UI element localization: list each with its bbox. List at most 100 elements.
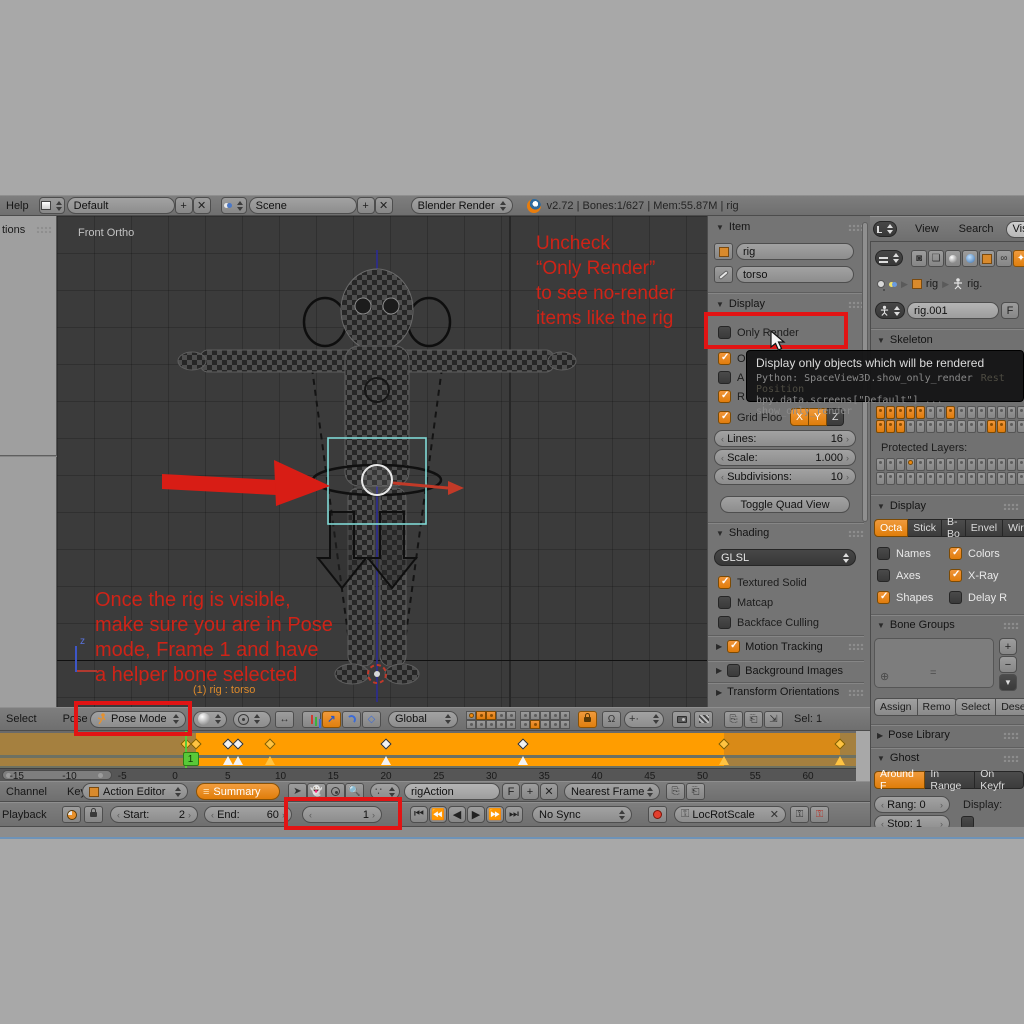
display-panel-header[interactable]: ▼Display [716,298,864,310]
jump-to-end-button[interactable]: ⏭ [505,806,523,823]
manipulator-rotate-button[interactable] [342,711,361,728]
layer-toggle[interactable] [476,711,486,720]
layer-toggle[interactable] [530,711,540,720]
keyframe-triangle[interactable] [719,756,729,765]
layer-toggle[interactable] [496,711,506,720]
layer-toggle[interactable] [560,711,570,720]
layer-toggle[interactable] [550,711,560,720]
layer-toggle[interactable] [1017,472,1024,485]
keyframe-triangle[interactable] [223,756,233,765]
layer-toggle[interactable] [977,458,986,471]
layer-toggle[interactable] [906,420,915,433]
layer-toggle[interactable] [997,472,1006,485]
layer-toggle[interactable] [520,711,530,720]
transform-orientation-select[interactable]: Global [388,711,458,728]
snap-magnet-toggle[interactable]: Ω [602,711,621,728]
keyframe-diamond[interactable] [380,738,391,749]
jump-to-start-button[interactable]: ⏮ [410,806,428,823]
shading-mode-select[interactable]: GLSL [714,549,856,566]
background-images-checkbox[interactable] [727,664,740,677]
layer-toggle[interactable] [486,720,496,729]
keyframe-diamond[interactable] [233,738,244,749]
layer-toggle[interactable] [466,720,476,729]
panel-grip-icon[interactable] [1003,755,1019,762]
bone-group-remove-button[interactable]: − [999,656,1017,673]
panel-grip-icon[interactable] [36,226,52,233]
layer-toggle[interactable] [957,458,966,471]
a-checkbox[interactable] [718,371,731,384]
layer-toggle[interactable] [876,420,885,433]
outliner-search-menu[interactable]: Search [953,223,1000,235]
colors-checkbox[interactable] [949,547,962,560]
scene-name-field[interactable]: Scene [249,197,357,214]
layer-toggle[interactable] [916,458,925,471]
mode-stick[interactable]: Stick [908,519,942,537]
panel-grip-icon[interactable] [848,530,864,537]
copy-pose-button[interactable]: ⎘ [724,711,743,728]
layer-toggle[interactable] [540,711,550,720]
layer-toggle[interactable] [967,458,976,471]
keyframe-triangle[interactable] [233,756,243,765]
tab-world-icon[interactable] [962,250,978,267]
panel-grip-icon[interactable] [1003,503,1019,510]
bone-groups-header[interactable]: ▼Bone Groups [877,619,1019,631]
mode-envel[interactable]: Envel [966,519,1003,537]
layer-toggle[interactable] [540,720,550,729]
layer-toggle[interactable] [486,711,496,720]
display-panel-header-props[interactable]: ▼Display [877,500,1019,512]
mode-wire[interactable]: Wire [1003,519,1024,537]
ear-widget-right[interactable] [408,298,450,346]
item-panel-header[interactable]: ▼Item [716,221,864,233]
layer-toggle[interactable] [936,472,945,485]
toggle-quad-view-button[interactable]: Toggle Quad View [720,496,850,513]
delete-keyframe-button[interactable]: ⚿ [810,806,829,823]
help-menu[interactable]: Help [0,200,35,212]
bone-group-specials-button[interactable]: ▼ [999,674,1017,691]
manipulator-axes-icon[interactable] [302,711,321,728]
paste-keyframes-button[interactable]: ⎗ [686,783,705,800]
layer-toggle[interactable] [886,472,895,485]
axes-checkbox[interactable] [877,569,890,582]
layer-toggle[interactable] [896,472,905,485]
bone-groups-list[interactable]: ⊕ = [874,638,994,688]
x-ray-checkbox[interactable] [949,569,962,582]
tab-render-icon[interactable]: ◙ [911,250,927,267]
layer-toggle[interactable] [466,711,476,720]
outliner-filter-button[interactable]: Visib [1006,221,1024,238]
prev-keyframe-button[interactable]: ⏪ [429,806,447,823]
sync-mode-select[interactable]: No Sync [532,806,632,823]
assign-button[interactable]: Assign [874,698,918,716]
viewport-shading-select[interactable] [193,711,227,728]
keyframe-diamond[interactable] [718,738,729,749]
fake-user-button[interactable]: F [1001,302,1019,319]
render-engine-select[interactable]: Blender Render [411,197,513,214]
checkbox-row[interactable]: A [718,368,746,387]
properties-context-dropdown[interactable] [875,250,903,266]
o-checkbox[interactable] [718,352,731,365]
editor-mode-select[interactable]: Action Editor [82,783,188,800]
r-checkbox[interactable] [718,390,731,403]
panel-grip-icon[interactable] [848,689,864,696]
mode-around-f[interactable]: Around F [874,771,925,789]
layer-toggle[interactable] [926,420,935,433]
grid-floor-checkbox[interactable] [718,411,731,424]
remove-button[interactable]: Remo [918,698,957,716]
pivot-center-select[interactable] [233,711,271,728]
layer-toggle[interactable] [560,720,570,729]
layer-toggle[interactable] [926,472,935,485]
checkbox-row[interactable]: Textured Solid [718,573,819,592]
layer-toggle[interactable] [896,458,905,471]
lock-to-scene-toggle[interactable] [578,711,597,728]
layer-toggle[interactable] [916,472,925,485]
screen-layout-icon[interactable] [39,197,65,214]
breadcrumb-data-name[interactable]: rig. [967,278,982,290]
background-images-header[interactable]: ▶Background Images [716,664,864,677]
manipulator-scale-button[interactable]: ◇ [362,711,381,728]
tab-constraints-icon[interactable]: ∞ [996,250,1012,267]
layer-toggle[interactable] [987,472,996,485]
deselect-button[interactable]: Desele [996,698,1024,716]
keyframe-triangle[interactable] [518,756,528,765]
copy-keyframes-button[interactable]: ⎘ [666,783,685,800]
lock-frame-toggle[interactable] [84,806,103,823]
pin-icon[interactable] [877,280,885,288]
